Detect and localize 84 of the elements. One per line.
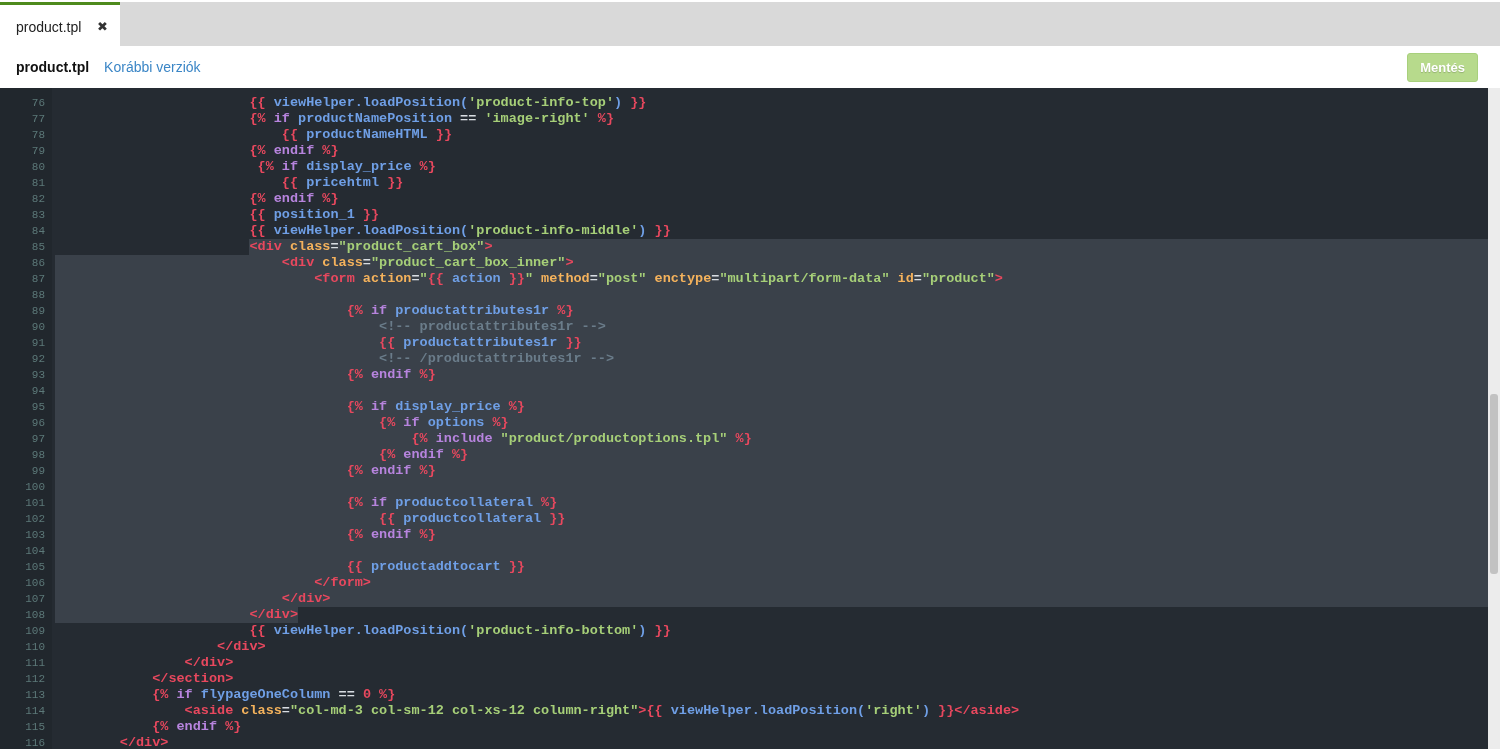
code-line: {% if productattributes1r %}	[345, 303, 574, 318]
line-number: 78	[30, 128, 46, 143]
code-line: {{ viewHelper.loadPosition('product-info-middle') }}	[248, 223, 671, 238]
code-line: </form>	[313, 575, 371, 590]
code-line: {% endif %}	[378, 447, 469, 462]
line-number: 76	[30, 96, 46, 111]
line-number: 109	[24, 624, 46, 639]
code-line: {% endif %}	[248, 143, 339, 158]
code-line: <div class="product_cart_box">	[248, 239, 493, 254]
code-line: <div class="product_cart_box_inner">	[280, 255, 574, 270]
code-line: {% if productcollateral %}	[345, 495, 558, 510]
code-line: {% if options %}	[378, 415, 509, 430]
line-number: 83	[30, 208, 46, 223]
line-number: 90	[30, 320, 46, 335]
code-line: {{ productNameHTML }}	[280, 127, 452, 142]
line-number: 81	[30, 176, 46, 191]
code-line: {{ viewHelper.loadPosition('product-info-top') }}	[248, 95, 647, 110]
line-number: 96	[30, 416, 46, 431]
line-number: 115	[24, 720, 46, 735]
code-line: {% endif %}	[345, 367, 436, 382]
code-line: {% if display_price %}	[256, 159, 436, 174]
code-line: {{ productattributes1r }}	[378, 335, 582, 350]
code-line: {% if display_price %}	[345, 399, 525, 414]
code-line: <!-- productattributes1r -->	[378, 319, 606, 334]
line-number: 105	[24, 560, 46, 575]
code-line: {% endif %}	[345, 527, 436, 542]
code-line: {{ viewHelper.loadPosition('product-info-bottom') }}	[248, 623, 671, 638]
line-number: 80	[30, 160, 46, 175]
line-number: 110	[24, 640, 46, 655]
code-line: </div>	[216, 639, 266, 654]
line-number: 97	[30, 432, 46, 447]
line-number: 77	[30, 112, 46, 127]
code-line: {% endif %}	[345, 463, 436, 478]
code-line: {% endif %}	[248, 191, 339, 206]
file-tab[interactable]: product.tpl ✖	[0, 2, 120, 46]
line-number: 104	[24, 544, 46, 559]
code-line: {% if productNamePosition == 'image-right' %}	[248, 111, 615, 126]
code-line: </div>	[183, 655, 234, 670]
code-line: {% endif %}	[151, 719, 242, 734]
code-line: {% if flypageOneColumn == 0 %}	[151, 687, 396, 702]
line-number: 99	[30, 464, 46, 479]
code-line: {% include "product/productoptions.tpl" %}	[410, 431, 752, 446]
line-number: 108	[24, 608, 46, 623]
line-number: 85	[30, 240, 46, 255]
code-line: </div>	[118, 735, 169, 749]
code-line: <!-- /productattributes1r -->	[378, 351, 614, 366]
line-number: 79	[30, 144, 46, 159]
code-line: {{ productcollateral }}	[378, 511, 566, 526]
line-number: 101	[24, 496, 46, 511]
line-number: 89	[30, 304, 46, 319]
code-line: {{ position_1 }}	[248, 207, 380, 222]
line-number: 113	[24, 688, 46, 703]
line-number: 86	[30, 256, 46, 271]
line-number: 102	[24, 512, 46, 527]
line-number: 103	[24, 528, 46, 543]
line-number: 84	[30, 224, 46, 239]
line-number: 94	[30, 384, 46, 399]
line-number: 91	[30, 336, 46, 351]
code-line: {{ pricehtml }}	[280, 175, 404, 190]
line-number: 88	[30, 288, 46, 303]
line-number: 95	[30, 400, 46, 415]
line-number: 100	[24, 480, 46, 495]
line-number: 111	[24, 656, 46, 671]
code-line: <aside class="col-md-3 col-sm-12 col-xs-12 column-right">{{ viewHelper.loadPosition('right') }}</aside>	[183, 703, 1020, 718]
line-number: 112	[24, 672, 46, 687]
code-line: </div>	[248, 607, 299, 622]
line-number: 87	[30, 272, 46, 287]
code-line: {{ productaddtocart }}	[345, 559, 525, 574]
versions-link[interactable]: Korábbi verziók	[104, 59, 201, 75]
scrollbar-track[interactable]	[1488, 88, 1500, 749]
file-name: product.tpl	[16, 59, 90, 75]
code-line: <form action="{{ action }}" method="post" enctype="multipart/form-data" id="product">	[313, 271, 1003, 286]
line-number: 82	[30, 192, 46, 207]
line-number: 106	[24, 576, 46, 591]
line-number: 114	[24, 704, 46, 719]
code-line: </div>	[280, 591, 331, 606]
code-line: </section>	[151, 671, 234, 686]
line-number: 116	[24, 736, 46, 749]
line-number: 98	[30, 448, 46, 463]
line-number: 92	[30, 352, 46, 367]
scrollbar-thumb[interactable]	[1490, 394, 1498, 574]
line-number: 107	[24, 592, 46, 607]
close-icon[interactable]: ✖	[97, 19, 108, 34]
line-number: 93	[30, 368, 46, 383]
